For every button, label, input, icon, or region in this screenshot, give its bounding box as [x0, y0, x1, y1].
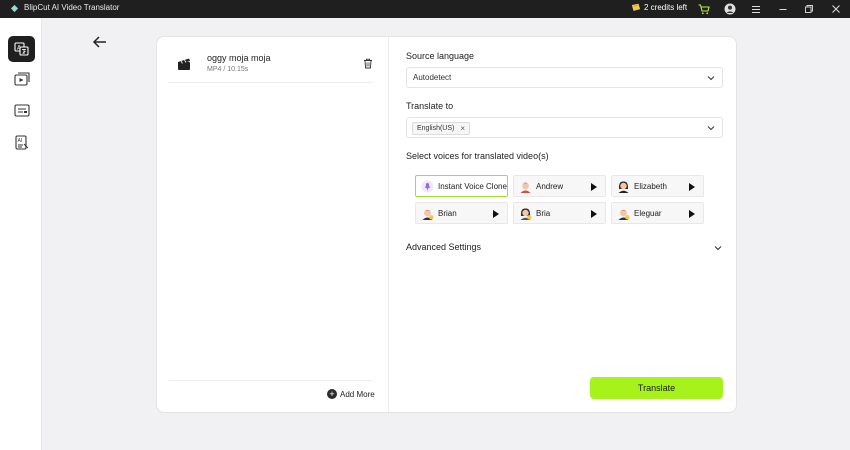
- add-more-label: Add More: [340, 389, 375, 399]
- restore-icon[interactable]: [803, 3, 815, 15]
- voice-name: Instant Voice Clone: [438, 182, 507, 191]
- male-avatar-icon: [520, 182, 531, 193]
- ai-document-icon: AI: [14, 135, 28, 150]
- credits-badge[interactable]: 2 credits left: [631, 3, 687, 12]
- voice-name: Elizabeth: [634, 182, 667, 191]
- voice-option-andrew[interactable]: Andrew: [513, 175, 606, 197]
- video-library-icon: [13, 72, 30, 86]
- voice-name: Andrew: [536, 182, 564, 191]
- sidebar-item-subtitles[interactable]: [8, 98, 35, 124]
- play-icon[interactable]: [591, 183, 597, 191]
- credits-ticket-icon: [631, 3, 641, 11]
- voice-name: Eleguar: [634, 209, 662, 218]
- chevron-down-icon: [707, 126, 715, 131]
- voice-name: Brian: [438, 209, 457, 218]
- advanced-settings-label: Advanced Settings: [406, 242, 482, 252]
- file-list-item[interactable]: oggy moja moja MP4 / 10.15s: [169, 49, 372, 83]
- translate-to-label: Translate to: [406, 101, 454, 111]
- voice-name: Bria: [536, 209, 551, 218]
- voice-option-instant-voice-clone[interactable]: Instant Voice Clone: [415, 175, 508, 197]
- voice-option-bria[interactable]: Bria: [513, 202, 606, 224]
- sidebar: A AI: [0, 18, 42, 450]
- translator-panel: oggy moja moja MP4 / 10.15s + Add More S…: [156, 36, 737, 413]
- trash-icon[interactable]: [363, 58, 373, 69]
- minimize-icon[interactable]: [777, 3, 789, 15]
- title-bar: BlipCut AI Video Translator 2 credits le…: [0, 0, 850, 18]
- svg-text:AI: AI: [17, 138, 22, 144]
- source-language-label: Source language: [406, 51, 475, 61]
- account-avatar-icon[interactable]: [724, 3, 736, 15]
- voice-grid: Instant Voice Clone Andrew Elizabeth Bri…: [406, 167, 723, 225]
- subtitles-icon: [13, 104, 30, 117]
- translate-button[interactable]: Translate: [590, 377, 723, 399]
- male-avatar-icon: [422, 209, 434, 220]
- translate-icon: A: [14, 42, 29, 56]
- file-meta: MP4 / 10.15s: [207, 66, 249, 73]
- menu-icon[interactable]: [750, 3, 762, 15]
- male-avatar-icon: [618, 209, 630, 220]
- voice-option-elizabeth[interactable]: Elizabeth: [611, 175, 704, 197]
- remove-language-icon[interactable]: ×: [460, 124, 465, 133]
- sidebar-item-videos[interactable]: [8, 66, 35, 92]
- chevron-down-icon: [714, 246, 722, 251]
- play-icon[interactable]: [493, 210, 499, 218]
- credits-text: 2 credits left: [644, 3, 688, 12]
- female-avatar-icon: [520, 208, 532, 220]
- sidebar-item-video-translator[interactable]: A: [8, 36, 35, 62]
- advanced-settings-toggle[interactable]: Advanced Settings: [406, 242, 723, 258]
- language-chip-label: English(US): [417, 125, 455, 132]
- female-avatar-icon: [618, 181, 629, 193]
- cart-icon[interactable]: [698, 3, 710, 15]
- file-name: oggy moja moja: [207, 53, 271, 63]
- app-logo-icon: [10, 4, 19, 13]
- voice-option-brian[interactable]: Brian: [415, 202, 508, 224]
- source-language-select[interactable]: Autodetect: [406, 67, 723, 88]
- voice-option-eleguar[interactable]: Eleguar: [611, 202, 704, 224]
- language-chip: English(US) ×: [412, 122, 471, 135]
- voices-label: Select voices for translated video(s): [406, 151, 549, 161]
- play-icon[interactable]: [689, 210, 695, 218]
- chevron-down-icon: [707, 76, 715, 81]
- plus-circle-icon: +: [327, 389, 337, 399]
- play-icon[interactable]: [591, 210, 597, 218]
- play-icon[interactable]: [689, 183, 695, 191]
- close-icon[interactable]: [830, 3, 842, 15]
- translate-to-select[interactable]: English(US) ×: [406, 117, 723, 138]
- clapperboard-icon: [178, 58, 190, 70]
- panel-divider: [388, 37, 389, 412]
- back-arrow-icon[interactable]: [92, 35, 108, 49]
- app-title: BlipCut AI Video Translator: [24, 3, 120, 12]
- sidebar-item-ai-tools[interactable]: AI: [8, 130, 35, 156]
- source-language-value: Autodetect: [413, 73, 452, 82]
- add-more-button[interactable]: + Add More: [327, 389, 375, 399]
- file-list-footer-divider: [169, 380, 372, 381]
- microphone-avatar-icon: [421, 180, 434, 193]
